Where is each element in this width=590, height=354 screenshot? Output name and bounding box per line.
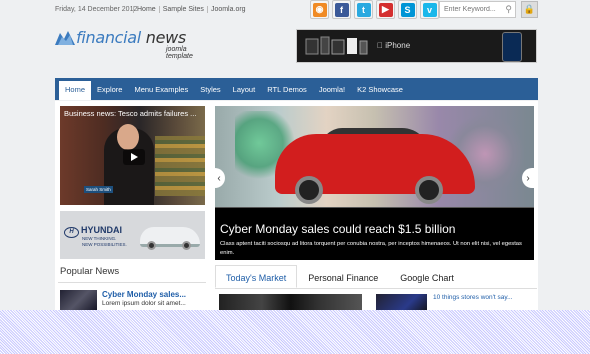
twitter-icon-glyph: t xyxy=(356,2,371,17)
youtube-icon[interactable]: ▶ xyxy=(376,0,395,19)
video-title: Business news: Tesco admits failures ... xyxy=(64,109,197,118)
tab-today-s-market[interactable]: Today's Market xyxy=(215,265,298,288)
tab-google-chart[interactable]: Google Chart xyxy=(389,265,465,288)
logo-name: financial news xyxy=(76,28,186,47)
popular-item-text: Lorem ipsum dolor sit amet... xyxy=(102,300,186,307)
market-tabs: Today's Market Personal Finance Google Cha… xyxy=(215,265,537,289)
search-icon[interactable]: ⚲ xyxy=(505,4,512,15)
video-shelves xyxy=(155,136,205,196)
nav-item-rtl-demos[interactable]: RTL Demos xyxy=(261,78,313,100)
top-link-sample-sites[interactable]: Sample Sites xyxy=(158,6,207,13)
top-link-joomla[interactable]: Joomla.org xyxy=(206,6,249,13)
ad-brand:  iPhone xyxy=(377,41,410,50)
video-presenter-head xyxy=(117,124,139,150)
popular-news-heading: Popular News xyxy=(60,266,120,277)
social-icons: ◉ f t ▶ Sv xyxy=(310,0,439,19)
vimeo-icon[interactable]: v xyxy=(420,0,439,19)
top-links: Home Sample Sites Joomla.org xyxy=(133,6,249,13)
car-wheel xyxy=(415,176,443,204)
divider xyxy=(58,282,206,283)
slide-headline[interactable]: Cyber Monday sales could reach $1.5 bill… xyxy=(220,222,455,236)
hyundai-tagline: NEW THINKING. NEW POSSIBILITIES. xyxy=(82,236,127,248)
facebook-icon[interactable]: f xyxy=(332,0,351,19)
devices-image xyxy=(305,36,368,55)
car-wheel xyxy=(295,176,323,204)
video-player[interactable]: Business news: Tesco admits failures ...… xyxy=(60,106,205,205)
search-box[interactable]: ⚲ xyxy=(439,1,516,18)
lock-icon[interactable]: 🔒 xyxy=(521,1,538,18)
video-caption: Sarah Smith xyxy=(84,186,113,193)
nav-item-explore[interactable]: Explore xyxy=(91,78,128,100)
rss-icon-glyph: ◉ xyxy=(312,2,327,17)
vimeo-icon-glyph: v xyxy=(422,2,437,17)
nav-item-styles[interactable]: Styles xyxy=(194,78,226,100)
play-icon[interactable] xyxy=(123,149,145,165)
nav-item-k2-showcase[interactable]: K2 Showcase xyxy=(351,78,409,100)
top-link-home[interactable]: Home xyxy=(133,6,159,13)
main-nav: Home Explore Menu Examples Styles Layout RTL … xyxy=(55,78,538,100)
hyundai-tagline-2: NEW POSSIBILITIES. xyxy=(82,242,127,247)
popular-item-title[interactable]: Cyber Monday sales... xyxy=(102,290,186,299)
rss-icon[interactable]: ◉ xyxy=(310,0,329,19)
nav-item-layout[interactable]: Layout xyxy=(227,78,262,100)
skype-icon-glyph: S xyxy=(400,2,415,17)
nav-item-joomla[interactable]: Joomla! xyxy=(313,78,351,100)
site-logo[interactable]: financial news joomla template xyxy=(55,28,215,60)
top-bar: Friday, 14 December 2012 Home Sample Sit… xyxy=(0,0,590,22)
current-date: Friday, 14 December 2012 xyxy=(55,6,138,13)
car-wheel xyxy=(182,241,191,250)
featured-slider[interactable]: Cyber Monday sales could reach $1.5 bill… xyxy=(215,106,534,260)
slide-description: Class aptent taciti sociosqu ad litora t… xyxy=(220,241,522,256)
youtube-icon-glyph: ▶ xyxy=(378,2,393,17)
twitter-icon[interactable]: t xyxy=(354,0,373,19)
nav-item-home[interactable]: Home xyxy=(59,81,92,100)
phone-image xyxy=(502,32,522,62)
facebook-icon-glyph: f xyxy=(334,2,349,17)
logo-subtitle: joomla template xyxy=(166,46,193,60)
search-input[interactable] xyxy=(444,6,504,13)
skype-icon[interactable]: S xyxy=(398,0,417,19)
tab-personal-finance[interactable]: Personal Finance xyxy=(297,265,389,288)
screen-overlay xyxy=(0,310,590,354)
story-link[interactable]: 10 things stores won't say... xyxy=(433,294,513,301)
car-wheel xyxy=(147,241,156,250)
nav-item-menu-examples[interactable]: Menu Examples xyxy=(128,78,194,100)
logo-chart-icon xyxy=(55,31,75,45)
banner-ad[interactable]:  iPhone xyxy=(296,29,537,63)
hyundai-ad[interactable]: HYUNDAI NEW THINKING. NEW POSSIBILITIES. xyxy=(60,211,205,259)
